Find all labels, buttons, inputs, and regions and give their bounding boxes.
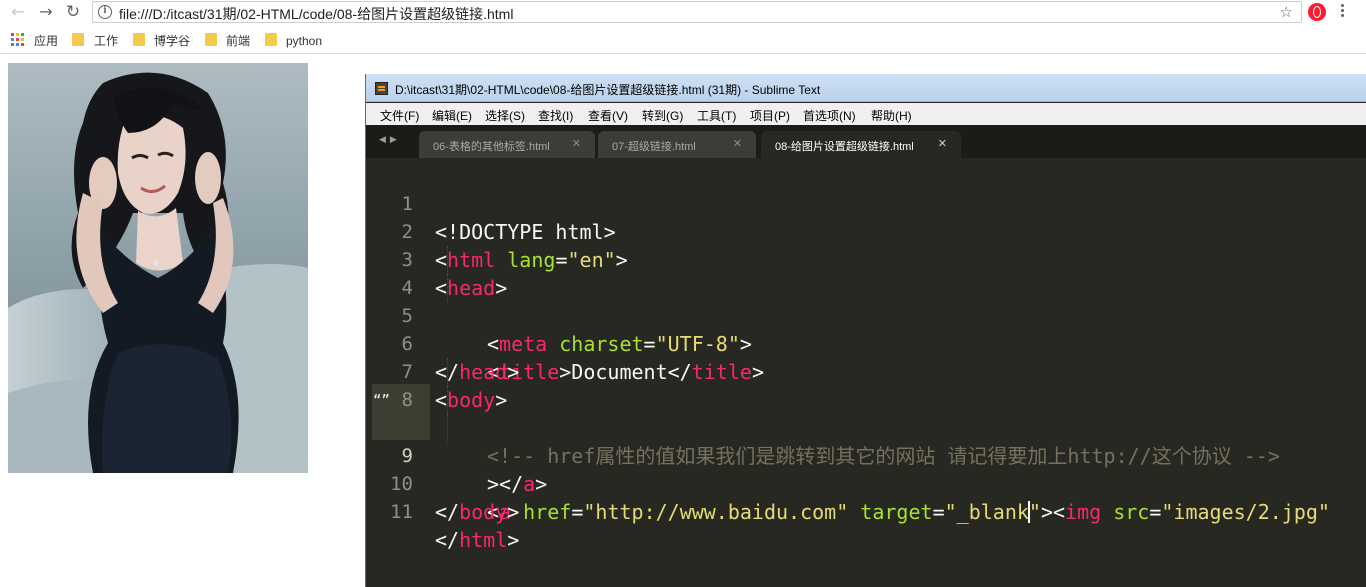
tab-scroll-arrows-icon[interactable]: ◀▶ <box>379 135 401 145</box>
indent-guide <box>447 386 448 414</box>
menu-goto[interactable]: 转到(G) <box>642 107 683 124</box>
menu-tools[interactable]: 工具(T) <box>697 107 736 124</box>
info-icon[interactable]: i <box>98 5 112 19</box>
code-line[interactable]: 8 <!-- href属性的值如果我们是跳转到其它的网站 请记得要加上http:… <box>366 358 1366 468</box>
indent-guide <box>447 274 448 302</box>
reload-icon[interactable]: ↻ <box>63 3 83 21</box>
tab-bar: ◀▶ 06-表格的其他标签.html ✕ 07-超级链接.html ✕ 08-给… <box>366 125 1366 158</box>
woman-portrait-image[interactable] <box>8 63 308 473</box>
menu-help[interactable]: 帮助(H) <box>871 107 912 124</box>
tab-08-active[interactable]: 08-给图片设置超级链接.html ✕ <box>761 131 961 158</box>
forward-arrow-icon[interactable]: → <box>36 3 56 21</box>
code-line[interactable]: 5 <title>Document</title> <box>366 274 1366 384</box>
browser-toolbar: ← → ↻ i file:///D:/itcast/31期/02-HTML/co… <box>0 0 1366 26</box>
kebab-menu-icon[interactable] <box>1341 4 1345 20</box>
code-text: </body> <box>435 500 520 524</box>
tab-close-icon[interactable]: ✕ <box>572 137 581 150</box>
code-line[interactable]: 7 <body> <box>366 330 1366 412</box>
code-line[interactable]: 1 <!DOCTYPE html> <box>366 162 1366 244</box>
menu-edit[interactable]: 编辑(E) <box>432 107 472 124</box>
code-line[interactable]: 2 <html lang="en"> <box>366 190 1366 272</box>
apps-grid-icon[interactable] <box>11 33 24 46</box>
code-line[interactable]: 10 </body> <box>366 442 1366 524</box>
code-line-wrapped[interactable]: ></a> <box>366 414 1366 496</box>
tab-06[interactable]: 06-表格的其他标签.html ✕ <box>419 131 595 158</box>
code-text: <a href="http://www.baidu.com" target="_… <box>487 500 1330 524</box>
menu-preferences[interactable]: 首选项(N) <box>803 107 856 124</box>
bookmarks-bar: 应用 工作 博学谷 前端 python <box>0 28 1366 54</box>
tab-close-icon[interactable]: ✕ <box>938 137 947 150</box>
back-arrow-icon[interactable]: ← <box>8 3 28 21</box>
folder-icon <box>133 33 145 46</box>
fold-marker-icon[interactable]: “” <box>373 387 390 415</box>
folder-icon <box>72 33 84 46</box>
linked-photo[interactable] <box>8 63 308 473</box>
tab-close-icon[interactable]: ✕ <box>733 137 742 150</box>
code-text: </html> <box>435 528 520 552</box>
sublime-text-window: D:\itcast\31期\02-HTML\code\08-给图片设置超级链接.… <box>365 74 1366 587</box>
window-titlebar[interactable]: D:\itcast\31期\02-HTML\code\08-给图片设置超级链接.… <box>366 74 1366 102</box>
code-line-current[interactable]: “” 9 <a href="http://www.baidu.com" targ… <box>366 386 1366 524</box>
address-bar[interactable]: i file:///D:/itcast/31期/02-HTML/code/08-… <box>92 1 1302 23</box>
indent-guide <box>447 358 448 386</box>
menu-file[interactable]: 文件(F) <box>380 107 419 124</box>
code-line[interactable]: 11 </html> <box>366 470 1366 552</box>
code-line[interactable]: 4 <meta charset="UTF-8"> <box>366 246 1366 356</box>
opera-extension-icon[interactable] <box>1308 3 1326 21</box>
bookmark-apps[interactable]: 应用 <box>34 33 58 49</box>
folder-icon <box>205 33 217 46</box>
indent-guide <box>447 246 448 274</box>
code-editor[interactable]: 1 <!DOCTYPE html> 2 <html lang="en"> 3 <… <box>366 158 1366 587</box>
menu-selection[interactable]: 选择(S) <box>485 107 525 124</box>
url-text[interactable]: file:///D:/itcast/31期/02-HTML/code/08-给图… <box>119 4 513 24</box>
menu-view[interactable]: 查看(V) <box>588 107 628 124</box>
bookmark-star-icon[interactable]: ☆ <box>1280 3 1293 21</box>
bookmark-frontend[interactable]: 前端 <box>226 33 250 49</box>
code-line[interactable]: 6 </head> <box>366 302 1366 384</box>
line-number: 11 <box>390 501 413 523</box>
tab-label: 07-超级链接.html <box>612 141 696 153</box>
tab-07[interactable]: 07-超级链接.html ✕ <box>598 131 756 158</box>
tab-label: 06-表格的其他标签.html <box>433 141 550 153</box>
sublime-app-icon <box>375 82 388 95</box>
menu-find[interactable]: 查找(I) <box>538 107 573 124</box>
bookmark-work[interactable]: 工作 <box>94 33 118 49</box>
bookmark-boxuegu[interactable]: 博学谷 <box>154 33 190 49</box>
bookmark-python[interactable]: python <box>286 33 322 49</box>
indent-guide <box>447 414 448 442</box>
tab-label: 08-给图片设置超级链接.html <box>775 141 914 153</box>
folder-icon <box>265 33 277 46</box>
menu-bar: 文件(F) 编辑(E) 选择(S) 查找(I) 查看(V) 转到(G) 工具(T… <box>366 103 1366 125</box>
menu-project[interactable]: 项目(P) <box>750 107 790 124</box>
code-line[interactable]: 3 <head> <box>366 218 1366 300</box>
window-title: D:\itcast\31期\02-HTML\code\08-给图片设置超级链接.… <box>395 83 821 97</box>
